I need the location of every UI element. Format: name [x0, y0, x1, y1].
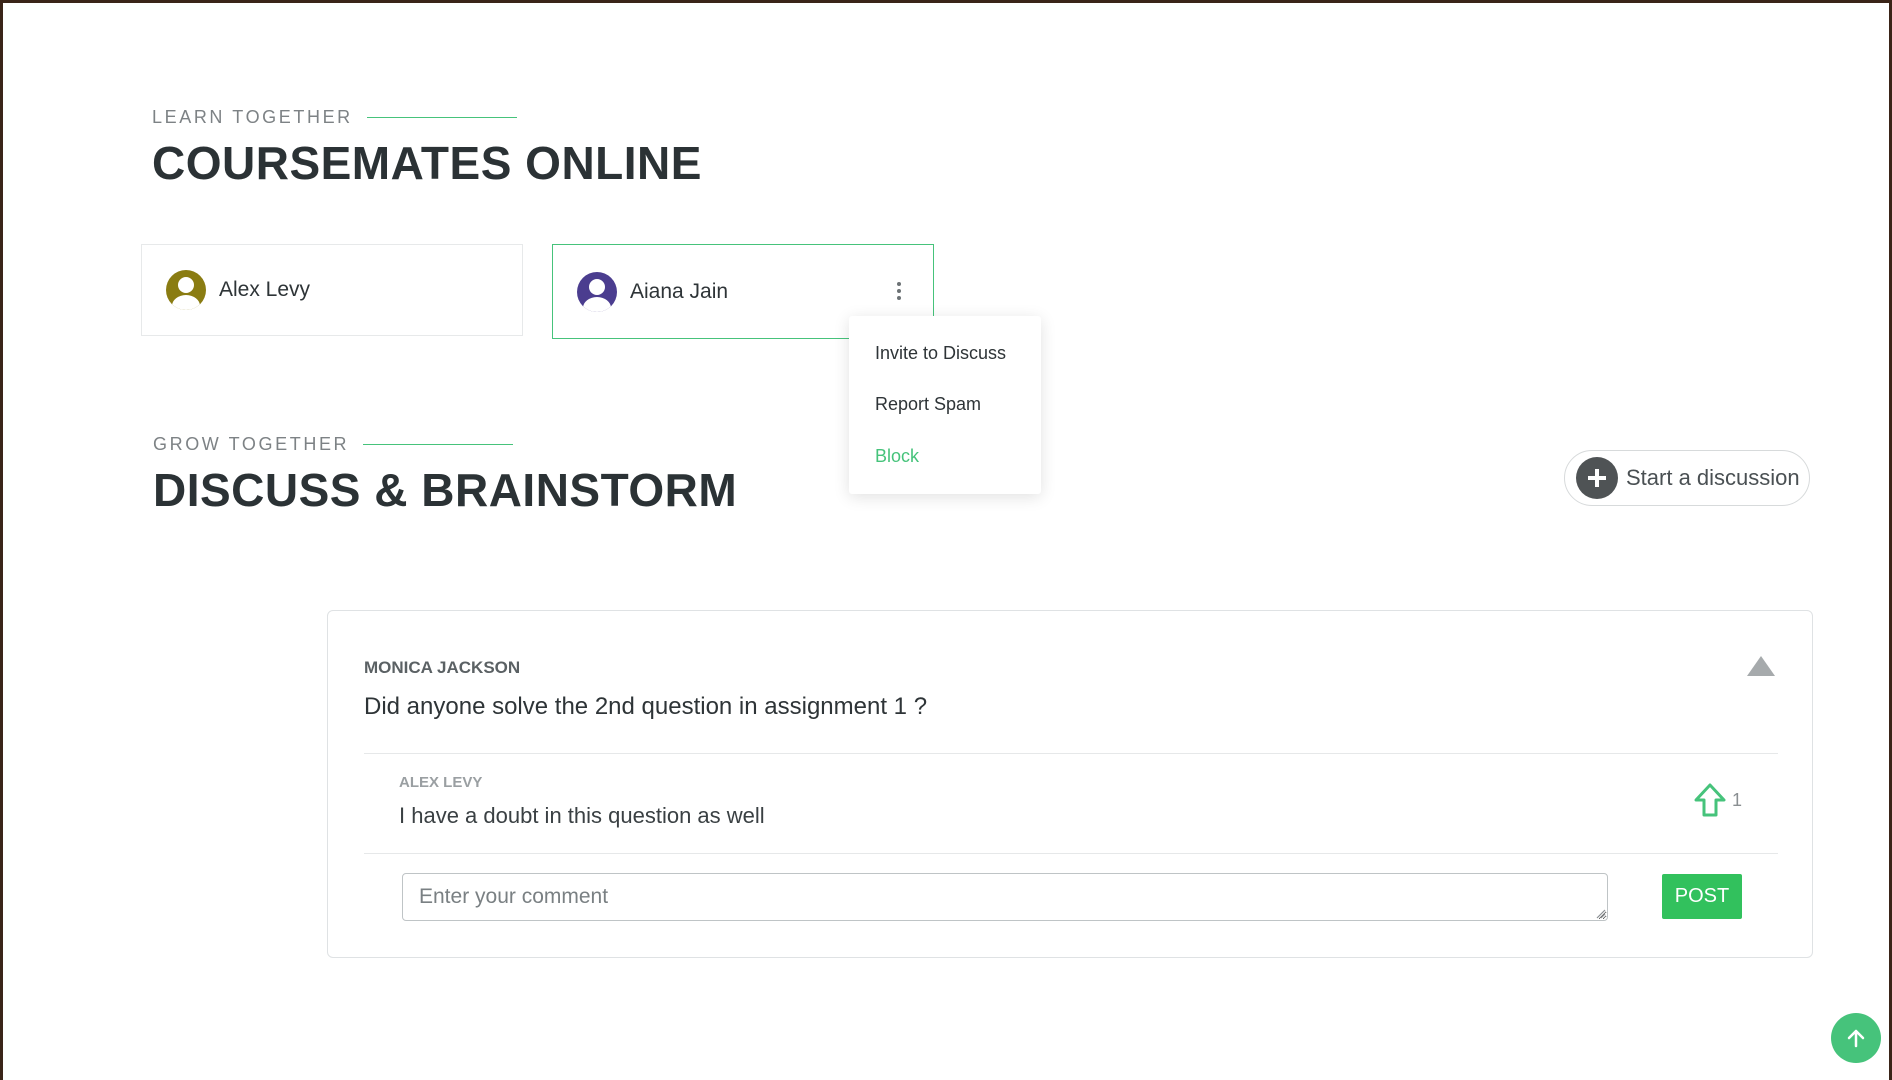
vote-count: 1 [1732, 790, 1743, 810]
menu-item-report-spam[interactable]: Report Spam [875, 394, 981, 415]
coursemate-card-alex[interactable]: Alex Levy [141, 244, 523, 336]
divider [364, 853, 1778, 854]
start-discussion-button[interactable]: Start a discussion [1564, 450, 1810, 506]
comment-text: I have a doubt in this question as well [399, 803, 765, 828]
thread-author: MONICA JACKSON [364, 658, 521, 677]
resize-handle-icon[interactable] [1596, 909, 1606, 919]
user-avatar-icon [577, 271, 617, 312]
menu-item-block[interactable]: Block [875, 446, 919, 467]
upvote-arrow-icon[interactable] [1693, 782, 1727, 818]
section-title-discussions: DISCUSS & BRAINSTORM [153, 464, 738, 516]
section-title-coursemates: COURSEMATES ONLINE [152, 137, 702, 189]
arrow-up-icon [1847, 1029, 1865, 1048]
section-eyebrow-learn: LEARN TOGETHER [152, 107, 517, 128]
section-eyebrow-grow: GROW TOGETHER [153, 434, 514, 455]
coursemate-options-menu: Invite to Discuss Report Spam Block [849, 316, 1041, 494]
collapse-icon[interactable] [1747, 656, 1775, 676]
menu-item-invite-to-discuss[interactable]: Invite to Discuss [875, 343, 1006, 364]
divider [364, 753, 1778, 754]
post-button[interactable]: POST [1662, 874, 1742, 919]
start-discussion-label: Start a discussion [1626, 465, 1800, 490]
comment-input[interactable] [402, 873, 1608, 921]
scroll-to-top-button[interactable] [1831, 1013, 1881, 1063]
coursemate-name: Alex Levy [219, 278, 311, 301]
user-avatar-icon [166, 270, 206, 310]
more-options-icon[interactable] [897, 282, 901, 303]
eyebrow-label: LEARN TOGETHER [152, 107, 353, 127]
coursemate-name: Aiana Jain [630, 279, 729, 303]
discussion-thread: MONICA JACKSON Did anyone solve the 2nd … [327, 610, 1813, 958]
plus-icon [1576, 457, 1618, 499]
eyebrow-label: GROW TOGETHER [153, 434, 350, 454]
page: LEARN TOGETHER COURSEMATES ONLINE Alex L… [3, 3, 1889, 1080]
thread-question: Did anyone solve the 2nd question in ass… [364, 693, 928, 720]
eyebrow-line [363, 444, 514, 445]
eyebrow-line [366, 117, 517, 118]
comment-author: ALEX LEVY [399, 774, 483, 791]
